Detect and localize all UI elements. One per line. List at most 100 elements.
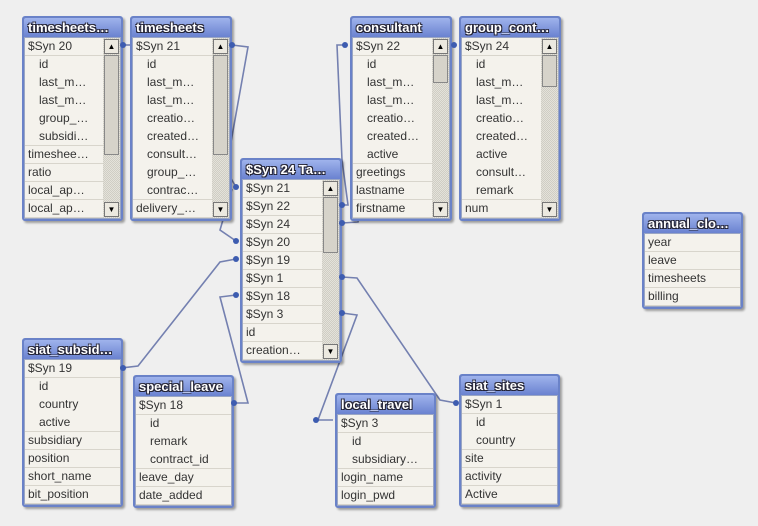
vertical-scrollbar[interactable]: ▲ ▼ <box>212 38 229 218</box>
field-row[interactable]: last_m… <box>133 92 212 110</box>
field-row[interactable]: login_pwd <box>338 487 433 505</box>
table-siat-sites[interactable]: siat_sites $Syn 1 id country site activity Act… <box>459 374 560 507</box>
field-row[interactable]: creation… <box>243 342 322 360</box>
field-row[interactable]: last_m… <box>25 74 103 92</box>
field-row[interactable]: last_m… <box>462 92 541 110</box>
scroll-up-arrow-icon[interactable]: ▲ <box>542 39 557 54</box>
field-row[interactable]: $Syn 18 <box>243 288 322 306</box>
field-row[interactable]: id <box>462 56 541 74</box>
field-row[interactable]: consult… <box>462 164 541 182</box>
field-row[interactable]: last_m… <box>462 74 541 92</box>
field-row[interactable]: billing <box>645 288 740 306</box>
field-row[interactable]: bit_position <box>25 486 120 504</box>
scroll-down-arrow-icon[interactable]: ▼ <box>213 202 228 217</box>
scroll-thumb[interactable] <box>433 55 448 83</box>
field-row[interactable]: creatio… <box>462 110 541 128</box>
table-title[interactable]: local_travel <box>337 395 434 414</box>
field-row[interactable]: $Syn 1 <box>243 270 322 288</box>
field-row[interactable]: active <box>462 146 541 164</box>
field-row[interactable]: timeshee… <box>25 146 103 164</box>
field-row[interactable]: creatio… <box>133 110 212 128</box>
field-row[interactable]: country <box>25 396 120 414</box>
field-row[interactable]: year <box>645 234 740 252</box>
table-title[interactable]: siat_sites <box>461 376 558 395</box>
table-local-travel[interactable]: local_travel $Syn 3 id subsidiary… login_nam… <box>335 393 436 508</box>
scroll-thumb[interactable] <box>213 55 228 155</box>
field-row[interactable]: $Syn 3 <box>338 415 433 433</box>
field-row[interactable]: greetings <box>353 164 432 182</box>
field-row[interactable]: active <box>353 146 432 164</box>
scroll-thumb[interactable] <box>323 197 338 253</box>
field-row[interactable]: timesheets <box>645 270 740 288</box>
field-row[interactable]: last_m… <box>133 74 212 92</box>
field-row[interactable]: id <box>133 56 212 74</box>
table-title[interactable]: group_cont… <box>461 18 559 37</box>
field-row[interactable]: $Syn 3 <box>243 306 322 324</box>
field-row[interactable]: remark <box>462 182 541 200</box>
field-row[interactable]: $Syn 21 <box>133 38 212 56</box>
field-row[interactable]: $Syn 21 <box>243 180 322 198</box>
field-row[interactable]: created… <box>353 128 432 146</box>
field-row[interactable]: id <box>136 415 231 433</box>
field-row[interactable]: $Syn 22 <box>243 198 322 216</box>
field-row[interactable]: $Syn 24 <box>243 216 322 234</box>
field-row[interactable]: contract_id <box>136 451 231 469</box>
field-row[interactable]: $Syn 19 <box>243 252 322 270</box>
field-row[interactable]: activity <box>462 468 557 486</box>
scroll-up-arrow-icon[interactable]: ▲ <box>213 39 228 54</box>
vertical-scrollbar[interactable]: ▲ ▼ <box>541 38 558 218</box>
field-row[interactable]: login_name <box>338 469 433 487</box>
field-row[interactable]: group_… <box>133 164 212 182</box>
field-row[interactable]: subsidi… <box>25 128 103 146</box>
scroll-up-arrow-icon[interactable]: ▲ <box>433 39 448 54</box>
scroll-down-arrow-icon[interactable]: ▼ <box>104 202 119 217</box>
scroll-up-arrow-icon[interactable]: ▲ <box>323 181 338 196</box>
table-title[interactable]: annual_clo… <box>644 214 741 233</box>
field-row[interactable]: num <box>462 200 541 218</box>
field-row[interactable]: group_… <box>25 110 103 128</box>
table-title[interactable]: timesheets <box>132 18 230 37</box>
field-row[interactable]: created… <box>462 128 541 146</box>
table-group-cont-[interactable]: group_cont… $Syn 24 id last_m… last_m… creati… <box>459 16 561 221</box>
table-title[interactable]: $Syn 24 Ta… <box>242 160 340 179</box>
field-row[interactable]: position <box>25 450 120 468</box>
field-row[interactable]: ratio <box>25 164 103 182</box>
field-row[interactable]: id <box>25 56 103 74</box>
field-row[interactable]: id <box>338 433 433 451</box>
field-row[interactable]: active <box>25 414 120 432</box>
field-row[interactable]: $Syn 1 <box>462 396 557 414</box>
field-row[interactable]: site <box>462 450 557 468</box>
field-row[interactable]: $Syn 20 <box>243 234 322 252</box>
field-row[interactable]: leave_day <box>136 469 231 487</box>
field-row[interactable]: country <box>462 432 557 450</box>
scroll-up-arrow-icon[interactable]: ▲ <box>104 39 119 54</box>
field-row[interactable]: date_added <box>136 487 231 505</box>
field-row[interactable]: last_m… <box>25 92 103 110</box>
field-row[interactable]: remark <box>136 433 231 451</box>
field-row[interactable]: firstname <box>353 200 432 218</box>
field-row[interactable]: local_ap… <box>25 200 103 218</box>
table-timesheets-[interactable]: timesheets… $Syn 20 id last_m… last_m… group_… <box>22 16 123 221</box>
field-row[interactable]: consult… <box>133 146 212 164</box>
table-title[interactable]: siat_subsid… <box>24 340 121 359</box>
table-consultant[interactable]: consultant $Syn 22 id last_m… last_m… creatio… <box>350 16 452 221</box>
field-row[interactable]: id <box>353 56 432 74</box>
scroll-thumb[interactable] <box>104 55 119 155</box>
field-row[interactable]: creatio… <box>353 110 432 128</box>
vertical-scrollbar[interactable]: ▲ ▼ <box>432 38 449 218</box>
table-title[interactable]: timesheets… <box>24 18 121 37</box>
field-row[interactable]: last_m… <box>353 92 432 110</box>
table-timesheets[interactable]: timesheets $Syn 21 id last_m… last_m… creatio… <box>130 16 232 221</box>
field-row[interactable]: subsidiary… <box>338 451 433 469</box>
field-row[interactable]: created… <box>133 128 212 146</box>
field-row[interactable]: id <box>462 414 557 432</box>
vertical-scrollbar[interactable]: ▲ ▼ <box>103 38 120 218</box>
table--syn-24-ta-[interactable]: $Syn 24 Ta… $Syn 21 $Syn 22 $Syn 24 $Syn 20 $… <box>240 158 342 363</box>
table-annual-clo-[interactable]: annual_clo… year leave timesheets billing <box>642 212 743 309</box>
field-row[interactable]: id <box>243 324 322 342</box>
field-row[interactable]: $Syn 20 <box>25 38 103 56</box>
table-title[interactable]: special_leave <box>135 377 232 396</box>
field-row[interactable]: lastname <box>353 182 432 200</box>
field-row[interactable]: $Syn 18 <box>136 397 231 415</box>
field-row[interactable]: local_ap… <box>25 182 103 200</box>
